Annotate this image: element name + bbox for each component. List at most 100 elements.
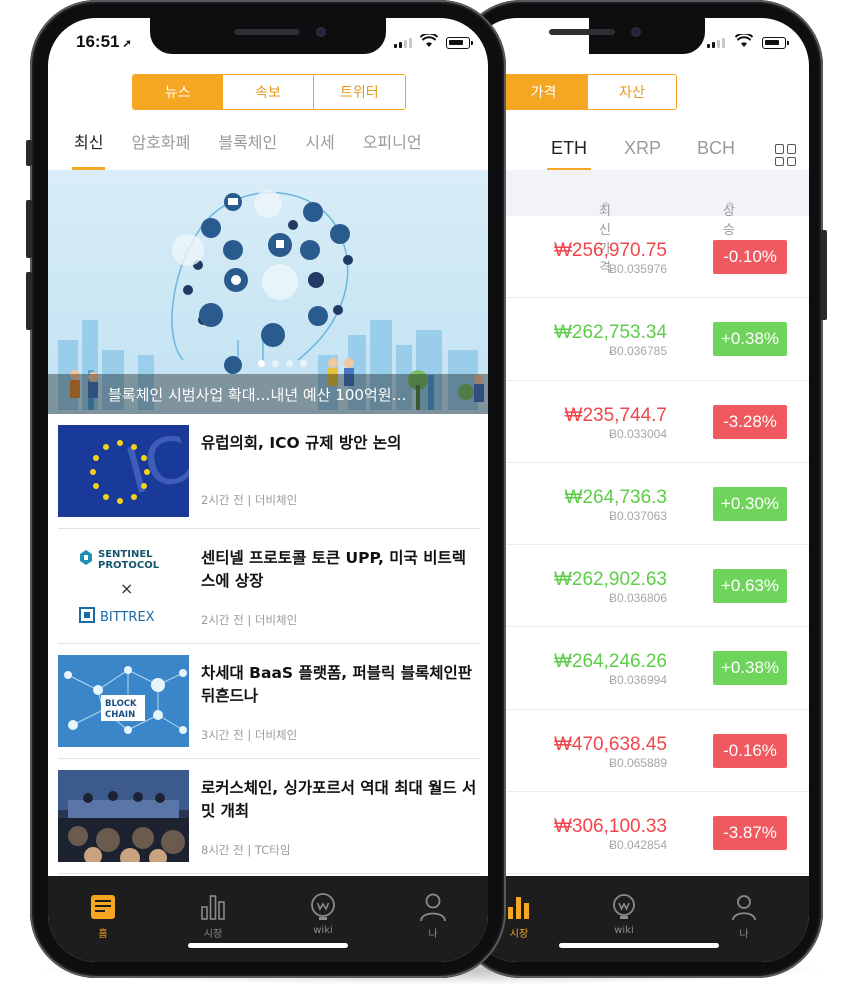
change-badge[interactable]: -3.28% [713,404,787,439]
btc-price: Ƀ0.036806 [608,591,667,606]
market-row[interactable]: ₩306,100.33 Ƀ0.042854 -3.87% [469,792,809,875]
bar-chart-icon [198,892,228,922]
market-row[interactable]: ₩264,736.3 Ƀ0.037063 +0.30% [469,463,809,546]
person-icon [418,892,448,922]
market-row[interactable]: ₩262,902.63 Ƀ0.036806 +0.63% [469,545,809,628]
latest-price: ₩470,638.45 [553,733,667,755]
market-row[interactable]: ₩256,970.75 Ƀ0.035976 -0.10% [469,216,809,299]
news-segment: 뉴스 속보 트위터 [132,74,406,110]
news-item[interactable]: ICO 유럽의회, ICO 규제 방안 논의 2시간 전 | 더비체인 [58,414,480,529]
market-screen: 가격 자산 TC ETH XRP BCH 최신 가격≑ 상승폭≑ ₩256,97… [469,18,809,962]
hero-banner[interactable]: 블록체인 시범사업 확대…내년 예산 100억원… [48,170,488,414]
tab-wiki[interactable]: wiki [268,876,378,962]
segment-news[interactable]: 뉴스 [133,75,224,109]
carousel-dots[interactable] [258,360,307,367]
segment-twitter[interactable]: 트위터 [313,75,405,109]
bulb-icon [609,892,639,922]
tab-wiki[interactable]: wiki [569,876,679,962]
front-camera [631,27,641,37]
tab-market[interactable]: 시장 [158,876,268,962]
news-meta: 8시간 전 | TC타임 [201,843,291,857]
mute-switch [26,140,32,166]
bar-chart-icon [504,892,534,922]
change-badge[interactable]: -0.10% [713,240,787,274]
hero-caption: 블록체인 시범사업 확대…내년 예산 100억원… [48,374,488,414]
latest-price: ₩306,100.33 [553,816,667,838]
eu-flag-ico-image: ICO [58,425,189,517]
news-tabbar: 홈 시장 wiki 나 [48,876,488,962]
change-badge[interactable]: +0.63% [713,569,787,604]
back-phone: 가격 자산 TC ETH XRP BCH 최신 가격≑ 상승폭≑ ₩256,97… [455,0,827,978]
front-camera [316,27,326,37]
coin-tab-xrp[interactable]: XRP [624,138,661,159]
column-header: 최신 가격≑ 상승폭≑ [469,170,809,276]
front-phone: 16:51 ➚ 뉴스 속보 트위터 최신 암호화폐 블록체인 시세 오피니언 블… [26,0,506,978]
change-badge[interactable]: +0.30% [713,486,787,521]
power-button [821,230,827,320]
segment-breaking[interactable]: 속보 [223,75,314,109]
coin-tab-bch[interactable]: BCH [697,138,735,159]
coin-tabs: TC ETH XRP BCH [469,128,809,172]
news-title: 유럽의회, ICO 규제 방안 논의 [201,434,402,452]
sort-icon: ≑ [726,200,734,210]
change-badge[interactable]: -0.16% [713,733,787,768]
btc-price: Ƀ0.042854 [608,838,667,853]
marketing-stage: 가격 자산 TC ETH XRP BCH 최신 가격≑ 상승폭≑ ₩256,97… [0,0,852,1003]
market-row[interactable]: ₩235,744.7 Ƀ0.033004 -3.28% [469,381,809,463]
signal-icon [707,38,725,48]
latest-price: ₩256,970.75 [553,240,667,261]
location-arrow-icon: ➚ [122,38,132,50]
market-row[interactable]: ₩262,753.34 Ƀ0.036785 +0.38% [469,298,809,381]
btc-price: Ƀ0.037063 [608,508,667,523]
news-title: 차세대 BaaS 플랫폼, 퍼블릭 블록체인판 뒤흔드나 [201,664,473,705]
block-chain-network-image: BLOCK CHAIN [58,655,189,747]
news-item[interactable]: SENTINEL PROTOCOL × BITTREX 센티넬 프로토콜 토큰 … [58,529,480,644]
tab-me[interactable]: 나 [679,876,809,962]
change-badge[interactable]: +0.38% [713,322,787,357]
news-list: ICO 유럽의회, ICO 규제 방안 논의 2시간 전 | 더비체인 SENT… [58,414,480,874]
grid-view-icon[interactable] [775,144,797,166]
svg-text:BLOCK: BLOCK [105,699,137,709]
svg-text:SENTINEL: SENTINEL [98,549,153,560]
svg-text:PROTOCOL: PROTOCOL [98,560,160,571]
back-notch [549,18,705,54]
tab-home[interactable]: 홈 [48,876,158,962]
svg-text:BITTREX: BITTREX [100,610,155,625]
person-icon [729,892,759,922]
notch [150,18,386,54]
latest-price: ₩264,736.3 [564,486,667,508]
svg-text:×: × [120,579,133,598]
tab-me[interactable]: 나 [378,876,488,962]
battery-icon [446,37,473,49]
sentinel-bittrex-logo-image: SENTINEL PROTOCOL × BITTREX [58,540,189,632]
category-market[interactable]: 시세 [305,126,334,170]
home-indicator [559,943,719,948]
news-screen: 16:51 ➚ 뉴스 속보 트위터 최신 암호화폐 블록체인 시세 오피니언 블… [48,18,488,962]
btc-price: Ƀ0.033004 [608,426,667,441]
category-latest[interactable]: 최신 [71,126,106,170]
market-tabbar: 시장 wiki 나 [469,876,809,962]
news-meta: 2시간 전 | 더비체인 [201,613,298,627]
latest-price: ₩264,246.26 [553,651,667,673]
news-meta: 3시간 전 | 더비체인 [201,728,298,742]
category-blockchain[interactable]: 블록체인 [218,126,277,170]
news-item[interactable]: BLOCK CHAIN 차세대 BaaS 플랫폼, 퍼블릭 블록체인판 뒤흔드나… [58,644,480,759]
segment-assets[interactable]: 자산 [588,75,676,109]
change-badge[interactable]: +0.38% [713,651,787,686]
segment-price[interactable]: 가격 [500,75,588,109]
category-crypto[interactable]: 암호화폐 [131,126,190,170]
news-item[interactable]: 로커스체인, 싱가포르서 역대 최대 월드 서밋 개최 8시간 전 | TC타임 [58,759,480,874]
market-row[interactable]: ₩264,246.26 Ƀ0.036994 +0.38% [469,627,809,710]
coin-tab-eth[interactable]: ETH [547,138,591,171]
wifi-icon [735,34,753,47]
market-row[interactable]: ₩470,638.45 Ƀ0.065889 -0.16% [469,710,809,793]
bulb-icon [308,892,338,922]
category-opinion[interactable]: 오피니언 [363,126,422,170]
market-list: ₩256,970.75 Ƀ0.035976 -0.10% ₩262,753.34 Ƀ0.… [469,216,809,875]
svg-text:CHAIN: CHAIN [105,710,135,720]
btc-price: Ƀ0.036785 [608,344,667,359]
btc-price: Ƀ0.036994 [608,673,667,688]
latest-price: ₩262,753.34 [553,322,667,344]
home-indicator [188,943,348,948]
change-badge[interactable]: -3.87% [713,816,787,851]
